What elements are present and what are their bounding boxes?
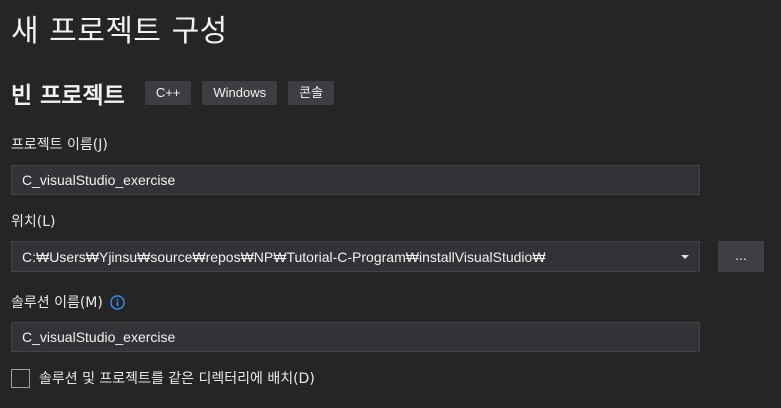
same-directory-checkbox[interactable] bbox=[11, 368, 30, 388]
solution-name-label: 솔루션 이름(M) bbox=[11, 295, 103, 311]
location-combobox[interactable]: C:₩Users₩Yjinsu₩source₩repos₩NP₩Tutorial… bbox=[11, 241, 700, 272]
tag-platform: Windows bbox=[202, 81, 278, 105]
solution-name-input[interactable] bbox=[11, 322, 700, 352]
tag-language: C++ bbox=[144, 81, 192, 105]
location-value: C:₩Users₩Yjinsu₩source₩repos₩NP₩Tutorial… bbox=[22, 248, 546, 265]
new-project-config-page: 새 프로젝트 구성 빈 프로젝트 C++ Windows 콘솔 프로젝트 이름(… bbox=[0, 0, 781, 408]
same-directory-option[interactable]: 솔루션 및 프로젝트를 같은 디렉터리에 배치(D) bbox=[11, 368, 315, 388]
info-icon[interactable] bbox=[110, 294, 125, 310]
tag-project-type: 콘솔 bbox=[288, 81, 335, 105]
chevron-down-icon[interactable] bbox=[681, 254, 689, 259]
location-label: 위치(L) bbox=[11, 214, 56, 230]
project-name-label: 프로젝트 이름(J) bbox=[11, 137, 108, 153]
solution-name-label-row: 솔루션 이름(M) bbox=[11, 292, 125, 312]
project-template-header: 빈 프로젝트 C++ Windows 콘솔 bbox=[11, 78, 345, 109]
project-name-input[interactable] bbox=[11, 165, 700, 195]
same-directory-label[interactable]: 솔루션 및 프로젝트를 같은 디렉터리에 배치(D) bbox=[39, 368, 315, 388]
project-template-name: 빈 프로젝트 bbox=[11, 83, 125, 109]
browse-button[interactable]: ... bbox=[718, 241, 764, 272]
page-title: 새 프로젝트 구성 bbox=[11, 14, 228, 49]
